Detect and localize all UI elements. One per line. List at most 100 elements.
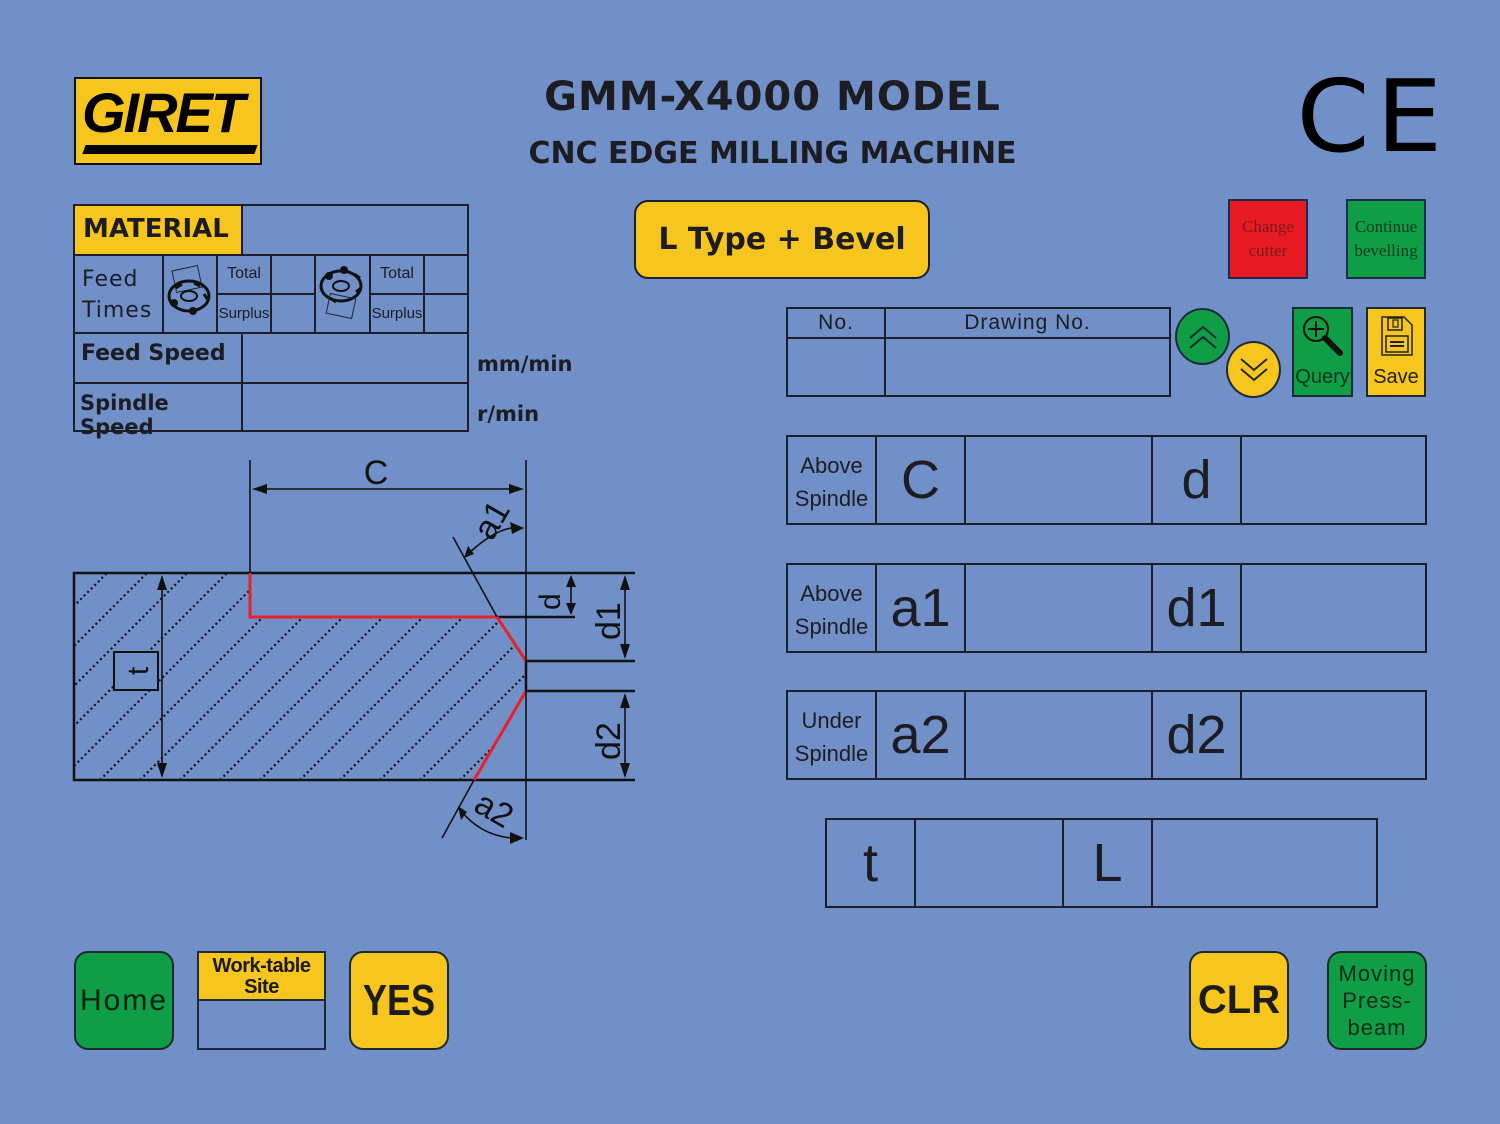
bevel-profile-diagram: C a1 a2 d d1 d2 t (72, 454, 635, 844)
no-column-header: No. (788, 309, 886, 339)
material-table: MATERIAL Feed Times Total Surplus Total (73, 204, 469, 439)
logo-underline (82, 145, 258, 154)
param-symbol-a2: a2 (877, 692, 966, 778)
material-input[interactable] (243, 206, 469, 256)
spindle-position-line2: Spindle (794, 486, 869, 511)
surplus-value-lower[interactable] (425, 295, 469, 334)
continue-bevelling-button[interactable]: Continue bevelling (1346, 199, 1426, 279)
param-symbol-t: t (827, 820, 916, 906)
feed-speed-input[interactable] (243, 334, 469, 384)
param-row-c-d: Above Spindle C d (786, 435, 1427, 525)
drawing-no-input[interactable] (886, 339, 1169, 395)
dim-label-d: d (534, 593, 567, 610)
moving-press-beam-line2: Press- (1342, 988, 1412, 1013)
surplus-label-upper: Surplus (218, 295, 272, 334)
spindle-speed-unit: r/min (477, 402, 540, 426)
moving-press-beam-line1: Moving (1338, 961, 1416, 986)
surplus-value-upper[interactable] (272, 295, 316, 334)
clear-button[interactable]: CLR (1189, 951, 1289, 1050)
spindle-position-line1: Under (801, 708, 862, 733)
spindle-position-label: Above Spindle (788, 565, 877, 651)
surplus-label-lower: Surplus (371, 295, 425, 334)
model-title: GMM-X4000 MODEL (544, 74, 1001, 120)
param-input-d2[interactable] (1242, 692, 1425, 778)
spindle-position-label: Above Spindle (788, 437, 877, 523)
dim-label-a2: a2 (468, 784, 520, 836)
dim-label-c: C (364, 454, 389, 492)
floppy-disk-icon (1381, 316, 1413, 356)
ce-mark-icon: CE (1296, 58, 1449, 175)
param-input-d[interactable] (1242, 437, 1425, 523)
param-input-t[interactable] (916, 820, 1064, 906)
feed-speed-unit: mm/min (477, 352, 573, 376)
param-symbol-l: L (1064, 820, 1153, 906)
total-label-upper: Total (218, 256, 272, 295)
material-label: MATERIAL (75, 206, 243, 256)
double-chevron-down-icon (1239, 357, 1268, 381)
param-row-a1-d1: Above Spindle a1 d1 (786, 563, 1427, 653)
change-cutter-label-line2: cutter (1248, 241, 1288, 260)
change-cutter-label-line1: Change (1242, 217, 1294, 236)
param-input-a2[interactable] (966, 692, 1153, 778)
total-value-lower[interactable] (425, 256, 469, 295)
dim-label-t: t (122, 666, 155, 675)
feed-times-label: Feed Times (75, 256, 164, 334)
drawing-number-table: No. Drawing No. (786, 307, 1171, 397)
spindle-speed-input[interactable] (243, 384, 469, 430)
query-label: Query (1295, 366, 1350, 388)
spindle-position-line2: Spindle (794, 614, 869, 639)
drawing-no-column-header: Drawing No. (886, 309, 1169, 339)
param-row-t-l: t L (825, 818, 1378, 908)
save-button[interactable]: Save (1366, 307, 1426, 397)
query-button[interactable]: Query (1292, 307, 1353, 397)
zoom-in-magnifier-icon (1303, 316, 1343, 356)
giret-logo: GIRET (74, 77, 262, 165)
page-up-button[interactable] (1175, 308, 1230, 365)
param-row-a2-d2: Under Spindle a2 d2 (786, 690, 1427, 780)
spindle-position-line1: Above (800, 581, 863, 606)
dim-label-a1: a1 (466, 494, 518, 546)
machine-subtitle: CNC EDGE MILLING MACHINE (528, 136, 1017, 171)
cutter-icon-upper (164, 256, 218, 334)
continue-bevelling-label-line1: Continue (1354, 217, 1418, 236)
total-value-upper[interactable] (272, 256, 316, 295)
moving-press-beam-button[interactable]: Moving Press- beam (1327, 951, 1427, 1050)
save-label: Save (1373, 366, 1419, 388)
param-symbol-a1: a1 (877, 565, 966, 651)
param-symbol-d2: d2 (1153, 692, 1242, 778)
l-type-bevel-button[interactable]: L Type + Bevel (634, 200, 930, 279)
spindle-position-line1: Above (800, 453, 863, 478)
yes-button[interactable]: YES (349, 951, 449, 1050)
feed-times-label-line1: Feed (82, 267, 139, 292)
cut-profile-lower (472, 690, 528, 781)
cut-profile-upper (248, 573, 528, 662)
param-input-a1[interactable] (966, 565, 1153, 651)
worktable-site-label-line1: Work-table (212, 955, 311, 977)
home-button[interactable]: Home (74, 951, 174, 1050)
moving-press-beam-line3: beam (1347, 1015, 1407, 1040)
worktable-site-field: Work-table Site (197, 951, 326, 1050)
spindle-speed-label: Spindle Speed (75, 384, 243, 439)
param-symbol-d: d (1153, 437, 1242, 523)
feed-times-label-line2: Times (82, 298, 153, 323)
param-input-c[interactable] (966, 437, 1153, 523)
dim-label-d2: d2 (590, 722, 628, 760)
spindle-position-line2: Spindle (794, 741, 869, 766)
logo-text: GIRET (82, 81, 245, 144)
param-symbol-c: C (877, 437, 966, 523)
worktable-site-input[interactable] (199, 1001, 324, 1048)
worktable-site-label: Work-table Site (199, 953, 324, 1001)
spindle-position-label: Under Spindle (788, 692, 877, 778)
no-input[interactable] (788, 339, 886, 395)
cutter-icon-lower (316, 256, 371, 334)
dim-label-d1: d1 (590, 602, 628, 640)
total-label-lower: Total (371, 256, 425, 295)
param-input-d1[interactable] (1242, 565, 1425, 651)
worktable-site-label-line2: Site (244, 976, 279, 998)
param-input-l[interactable] (1153, 820, 1376, 906)
change-cutter-button[interactable]: Change cutter (1228, 199, 1308, 279)
feed-speed-label: Feed Speed (75, 334, 243, 384)
continue-bevelling-label-line2: bevelling (1354, 241, 1418, 260)
page-down-button[interactable] (1226, 341, 1281, 398)
yes-label: YES (362, 975, 436, 1025)
